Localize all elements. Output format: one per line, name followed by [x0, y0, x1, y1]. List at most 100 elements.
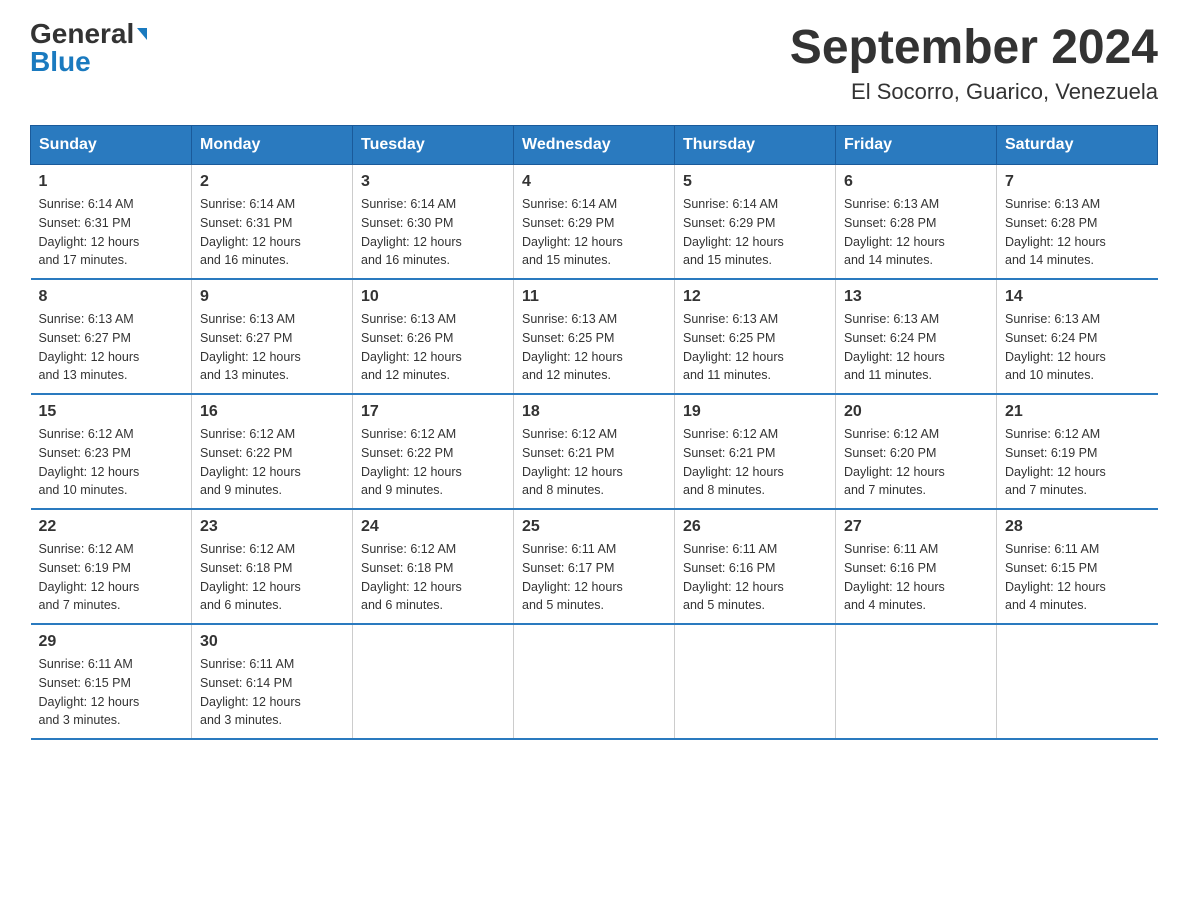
day-number: 17	[361, 403, 505, 421]
day-info: Sunrise: 6:13 AMSunset: 6:25 PMDaylight:…	[683, 312, 784, 382]
calendar-week-row: 29 Sunrise: 6:11 AMSunset: 6:15 PMDaylig…	[31, 624, 1158, 739]
day-info: Sunrise: 6:13 AMSunset: 6:28 PMDaylight:…	[1005, 197, 1106, 267]
calendar-cell: 4 Sunrise: 6:14 AMSunset: 6:29 PMDayligh…	[514, 165, 675, 280]
day-info: Sunrise: 6:12 AMSunset: 6:21 PMDaylight:…	[522, 427, 623, 497]
day-info: Sunrise: 6:11 AMSunset: 6:14 PMDaylight:…	[200, 657, 301, 727]
day-info: Sunrise: 6:12 AMSunset: 6:19 PMDaylight:…	[39, 542, 140, 612]
col-header-tuesday: Tuesday	[353, 126, 514, 165]
day-info: Sunrise: 6:13 AMSunset: 6:24 PMDaylight:…	[844, 312, 945, 382]
day-info: Sunrise: 6:12 AMSunset: 6:22 PMDaylight:…	[361, 427, 462, 497]
day-info: Sunrise: 6:12 AMSunset: 6:19 PMDaylight:…	[1005, 427, 1106, 497]
day-info: Sunrise: 6:11 AMSunset: 6:15 PMDaylight:…	[39, 657, 140, 727]
calendar-week-row: 8 Sunrise: 6:13 AMSunset: 6:27 PMDayligh…	[31, 279, 1158, 394]
day-number: 10	[361, 288, 505, 306]
day-info: Sunrise: 6:11 AMSunset: 6:17 PMDaylight:…	[522, 542, 623, 612]
day-info: Sunrise: 6:13 AMSunset: 6:27 PMDaylight:…	[39, 312, 140, 382]
day-info: Sunrise: 6:11 AMSunset: 6:16 PMDaylight:…	[683, 542, 784, 612]
day-info: Sunrise: 6:13 AMSunset: 6:27 PMDaylight:…	[200, 312, 301, 382]
calendar-cell: 26 Sunrise: 6:11 AMSunset: 6:16 PMDaylig…	[675, 509, 836, 624]
day-number: 28	[1005, 518, 1150, 536]
day-info: Sunrise: 6:14 AMSunset: 6:31 PMDaylight:…	[39, 197, 140, 267]
logo-blue-text: Blue	[30, 48, 91, 76]
day-number: 11	[522, 288, 666, 306]
logo-general-text: General	[30, 20, 134, 48]
day-number: 4	[522, 173, 666, 191]
calendar-cell: 27 Sunrise: 6:11 AMSunset: 6:16 PMDaylig…	[836, 509, 997, 624]
day-number: 7	[1005, 173, 1150, 191]
calendar-cell: 21 Sunrise: 6:12 AMSunset: 6:19 PMDaylig…	[997, 394, 1158, 509]
day-info: Sunrise: 6:12 AMSunset: 6:18 PMDaylight:…	[361, 542, 462, 612]
calendar-table: SundayMondayTuesdayWednesdayThursdayFrid…	[30, 125, 1158, 740]
calendar-week-row: 22 Sunrise: 6:12 AMSunset: 6:19 PMDaylig…	[31, 509, 1158, 624]
calendar-week-row: 1 Sunrise: 6:14 AMSunset: 6:31 PMDayligh…	[31, 165, 1158, 280]
day-info: Sunrise: 6:14 AMSunset: 6:29 PMDaylight:…	[683, 197, 784, 267]
day-info: Sunrise: 6:14 AMSunset: 6:30 PMDaylight:…	[361, 197, 462, 267]
day-info: Sunrise: 6:11 AMSunset: 6:15 PMDaylight:…	[1005, 542, 1106, 612]
calendar-cell	[353, 624, 514, 739]
calendar-cell: 29 Sunrise: 6:11 AMSunset: 6:15 PMDaylig…	[31, 624, 192, 739]
calendar-cell: 23 Sunrise: 6:12 AMSunset: 6:18 PMDaylig…	[192, 509, 353, 624]
day-number: 22	[39, 518, 184, 536]
calendar-week-row: 15 Sunrise: 6:12 AMSunset: 6:23 PMDaylig…	[31, 394, 1158, 509]
calendar-cell	[836, 624, 997, 739]
calendar-cell: 2 Sunrise: 6:14 AMSunset: 6:31 PMDayligh…	[192, 165, 353, 280]
day-number: 29	[39, 633, 184, 651]
calendar-cell: 1 Sunrise: 6:14 AMSunset: 6:31 PMDayligh…	[31, 165, 192, 280]
day-info: Sunrise: 6:13 AMSunset: 6:28 PMDaylight:…	[844, 197, 945, 267]
day-number: 16	[200, 403, 344, 421]
col-header-saturday: Saturday	[997, 126, 1158, 165]
calendar-cell: 12 Sunrise: 6:13 AMSunset: 6:25 PMDaylig…	[675, 279, 836, 394]
day-number: 8	[39, 288, 184, 306]
page-header: General Blue September 2024 El Socorro, …	[30, 20, 1158, 105]
day-number: 13	[844, 288, 988, 306]
day-number: 30	[200, 633, 344, 651]
day-info: Sunrise: 6:12 AMSunset: 6:20 PMDaylight:…	[844, 427, 945, 497]
calendar-cell: 22 Sunrise: 6:12 AMSunset: 6:19 PMDaylig…	[31, 509, 192, 624]
day-number: 27	[844, 518, 988, 536]
calendar-header-row: SundayMondayTuesdayWednesdayThursdayFrid…	[31, 126, 1158, 165]
logo-arrow-icon	[137, 28, 147, 40]
col-header-thursday: Thursday	[675, 126, 836, 165]
day-number: 3	[361, 173, 505, 191]
col-header-monday: Monday	[192, 126, 353, 165]
calendar-cell: 30 Sunrise: 6:11 AMSunset: 6:14 PMDaylig…	[192, 624, 353, 739]
logo: General Blue	[30, 20, 147, 76]
day-number: 6	[844, 173, 988, 191]
calendar-title: September 2024	[790, 20, 1158, 75]
calendar-cell: 15 Sunrise: 6:12 AMSunset: 6:23 PMDaylig…	[31, 394, 192, 509]
calendar-cell	[997, 624, 1158, 739]
calendar-cell: 6 Sunrise: 6:13 AMSunset: 6:28 PMDayligh…	[836, 165, 997, 280]
calendar-cell: 20 Sunrise: 6:12 AMSunset: 6:20 PMDaylig…	[836, 394, 997, 509]
day-number: 23	[200, 518, 344, 536]
day-number: 15	[39, 403, 184, 421]
calendar-cell: 17 Sunrise: 6:12 AMSunset: 6:22 PMDaylig…	[353, 394, 514, 509]
col-header-friday: Friday	[836, 126, 997, 165]
col-header-sunday: Sunday	[31, 126, 192, 165]
calendar-cell: 7 Sunrise: 6:13 AMSunset: 6:28 PMDayligh…	[997, 165, 1158, 280]
day-info: Sunrise: 6:12 AMSunset: 6:22 PMDaylight:…	[200, 427, 301, 497]
day-number: 12	[683, 288, 827, 306]
day-number: 26	[683, 518, 827, 536]
day-number: 9	[200, 288, 344, 306]
day-number: 25	[522, 518, 666, 536]
col-header-wednesday: Wednesday	[514, 126, 675, 165]
calendar-cell: 25 Sunrise: 6:11 AMSunset: 6:17 PMDaylig…	[514, 509, 675, 624]
calendar-cell: 3 Sunrise: 6:14 AMSunset: 6:30 PMDayligh…	[353, 165, 514, 280]
calendar-cell: 5 Sunrise: 6:14 AMSunset: 6:29 PMDayligh…	[675, 165, 836, 280]
calendar-cell: 16 Sunrise: 6:12 AMSunset: 6:22 PMDaylig…	[192, 394, 353, 509]
calendar-cell: 19 Sunrise: 6:12 AMSunset: 6:21 PMDaylig…	[675, 394, 836, 509]
calendar-cell: 9 Sunrise: 6:13 AMSunset: 6:27 PMDayligh…	[192, 279, 353, 394]
day-number: 20	[844, 403, 988, 421]
calendar-cell: 24 Sunrise: 6:12 AMSunset: 6:18 PMDaylig…	[353, 509, 514, 624]
calendar-cell: 13 Sunrise: 6:13 AMSunset: 6:24 PMDaylig…	[836, 279, 997, 394]
day-number: 1	[39, 173, 184, 191]
day-number: 5	[683, 173, 827, 191]
day-info: Sunrise: 6:14 AMSunset: 6:29 PMDaylight:…	[522, 197, 623, 267]
calendar-cell: 18 Sunrise: 6:12 AMSunset: 6:21 PMDaylig…	[514, 394, 675, 509]
calendar-cell: 28 Sunrise: 6:11 AMSunset: 6:15 PMDaylig…	[997, 509, 1158, 624]
day-info: Sunrise: 6:14 AMSunset: 6:31 PMDaylight:…	[200, 197, 301, 267]
day-number: 14	[1005, 288, 1150, 306]
day-info: Sunrise: 6:12 AMSunset: 6:18 PMDaylight:…	[200, 542, 301, 612]
calendar-cell	[675, 624, 836, 739]
day-number: 2	[200, 173, 344, 191]
